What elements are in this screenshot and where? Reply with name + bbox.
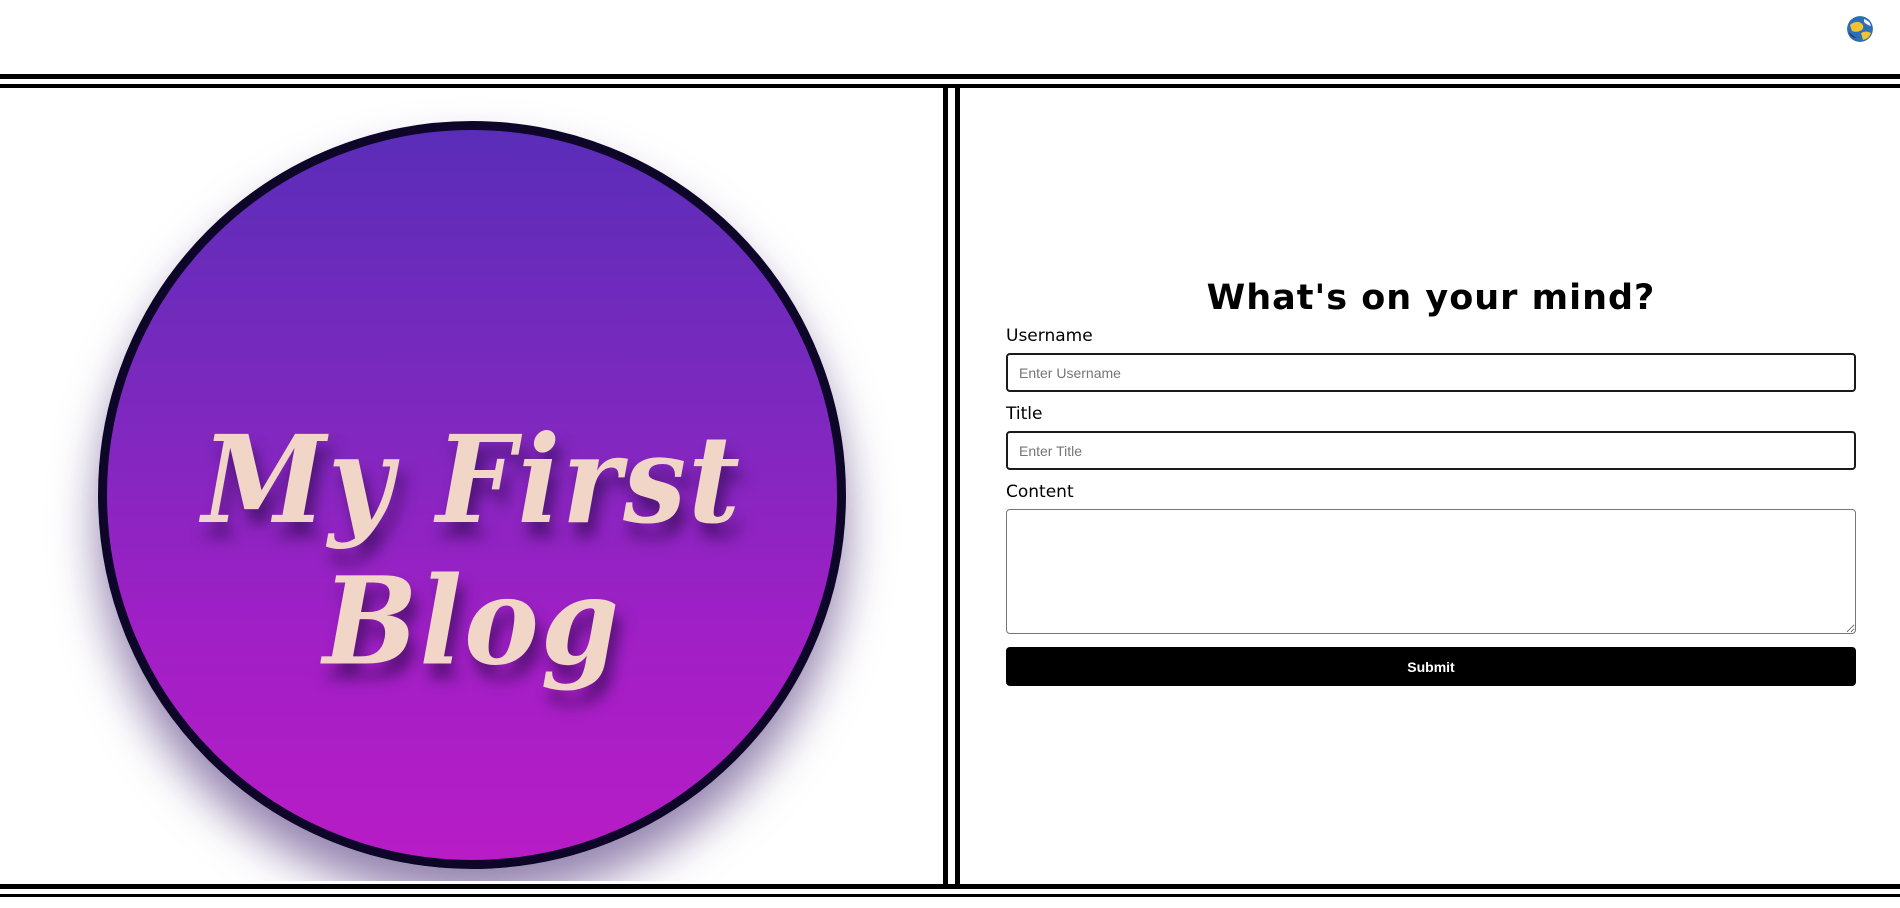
form-title: What's on your mind?: [1206, 278, 1656, 318]
title-label: Title: [1006, 404, 1043, 424]
title-input[interactable]: [1006, 431, 1856, 470]
bottom-divider-outer: [0, 884, 1900, 889]
hero-panel: My First Blog: [0, 91, 943, 881]
username-input[interactable]: [1006, 353, 1856, 392]
submit-button[interactable]: Submit: [1006, 647, 1856, 686]
top-divider-inner: [0, 84, 1900, 88]
top-bar: [0, 0, 1900, 74]
globe-icon[interactable]: [1847, 16, 1873, 42]
username-label: Username: [1006, 326, 1093, 346]
bottom-divider-inner: [0, 894, 1900, 897]
top-divider-outer: [0, 74, 1900, 79]
content-textarea[interactable]: [1006, 509, 1856, 634]
blog-logo: My First Blog: [98, 121, 846, 869]
new-post-form: What's on your mind? Username Title Cont…: [1006, 274, 1856, 686]
post-panel: What's on your mind? Username Title Cont…: [960, 91, 1900, 881]
globe-icon-graphic: [1847, 16, 1873, 42]
blog-logo-text: My First Blog: [202, 409, 742, 693]
content-label: Content: [1006, 482, 1074, 502]
panel-divider-left: [943, 86, 948, 886]
